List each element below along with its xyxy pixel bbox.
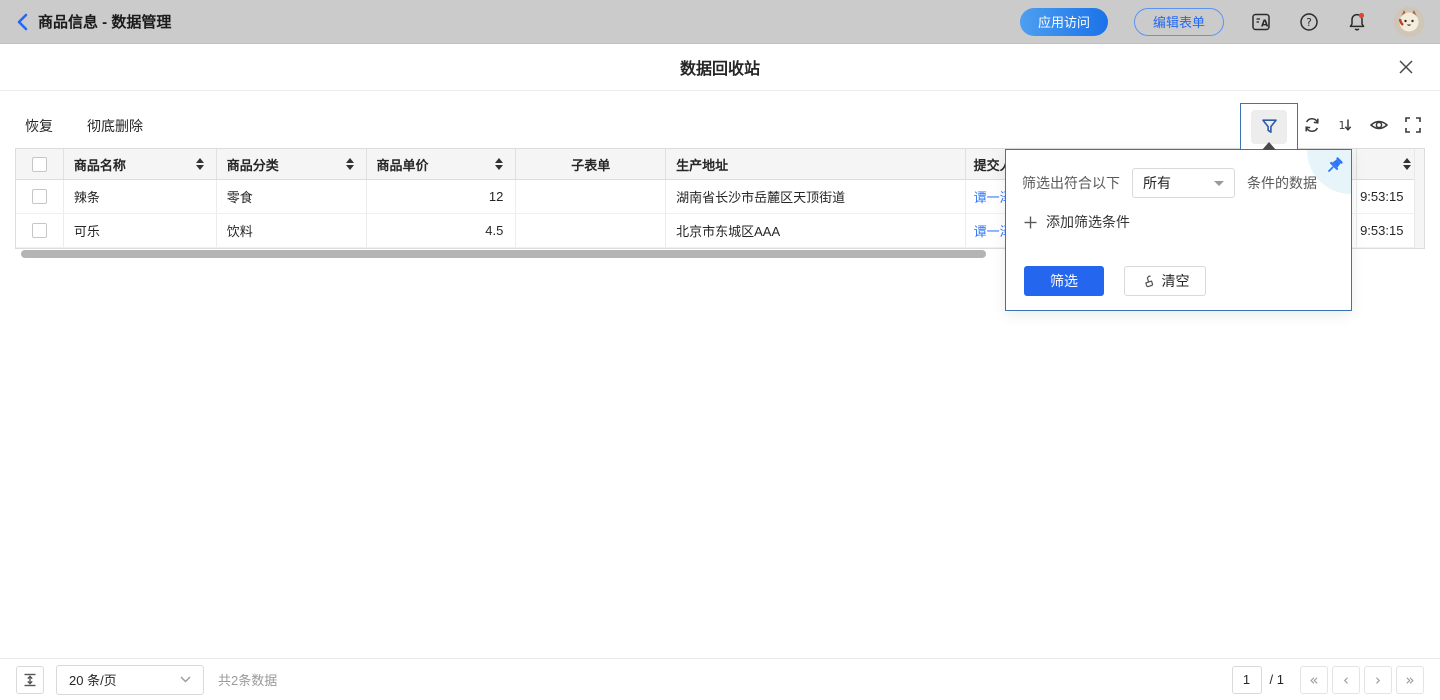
col-header-price[interactable]: 商品单价	[367, 149, 517, 179]
cell-price: 12	[367, 180, 517, 213]
cell-subform	[516, 180, 666, 213]
select-all-checkbox[interactable]	[32, 157, 47, 172]
modal-title: 数据回收站	[680, 55, 760, 79]
filter-match-row: 筛选出符合以下 所有 条件的数据	[1022, 168, 1317, 198]
filter-icon[interactable]	[1251, 110, 1287, 144]
pagination-bar: 20 条/页 共2条数据 / 1 « ‹ › »	[0, 658, 1440, 700]
svg-text:A: A	[1261, 18, 1269, 29]
first-page-icon[interactable]: «	[1300, 666, 1328, 694]
cell-category: 零食	[217, 180, 367, 213]
apply-filter-button[interactable]: 筛选	[1024, 266, 1104, 296]
sort-icon[interactable]	[346, 158, 354, 170]
next-page-icon[interactable]: ›	[1364, 666, 1392, 694]
cell-category: 饮料	[217, 214, 367, 247]
help-icon[interactable]: ?	[1298, 11, 1320, 33]
select-all-cell	[16, 149, 64, 179]
bell-icon[interactable]	[1346, 11, 1368, 33]
cell-price: 4.5	[367, 214, 517, 247]
back-icon	[16, 13, 28, 31]
refresh-icon[interactable]	[1298, 111, 1326, 139]
horizontal-scrollbar[interactable]	[21, 250, 986, 258]
close-icon[interactable]	[1396, 57, 1416, 77]
eye-icon[interactable]	[1365, 111, 1393, 139]
clear-button-label: 清空	[1162, 271, 1190, 291]
pin-icon[interactable]	[1324, 156, 1344, 176]
cell-subform	[516, 214, 666, 247]
avatar[interactable]	[1394, 7, 1424, 37]
cell-name: 辣条	[64, 180, 217, 213]
cell-address: 湖南省长沙市岳麓区天顶街道	[666, 180, 966, 213]
page-number-input[interactable]	[1232, 666, 1262, 694]
purge-button[interactable]: 彻底删除	[87, 116, 143, 136]
modal-header: 数据回收站	[0, 44, 1440, 91]
match-mode-value: 所有	[1143, 173, 1171, 193]
popup-footer: 筛选 清空	[1024, 266, 1206, 296]
app-access-button[interactable]: 应用访问	[1020, 8, 1108, 36]
add-condition-button[interactable]: 添加筛选条件	[1024, 212, 1130, 232]
sort-order-icon[interactable]: 1	[1331, 111, 1359, 139]
translate-icon[interactable]: A	[1250, 11, 1272, 33]
filter-popup: 筛选出符合以下 所有 条件的数据 添加筛选条件 筛选	[1005, 149, 1352, 311]
edit-form-button[interactable]: 编辑表单	[1134, 8, 1224, 36]
svg-text:?: ?	[1306, 16, 1312, 28]
sort-icon[interactable]	[196, 158, 204, 170]
prev-page-icon[interactable]: ‹	[1332, 666, 1360, 694]
vertical-scrollbar-track	[1414, 149, 1424, 248]
cell-name: 可乐	[64, 214, 217, 247]
clear-filter-button[interactable]: 清空	[1124, 266, 1206, 296]
last-page-icon[interactable]: »	[1396, 666, 1424, 694]
restore-button[interactable]: 恢复	[25, 116, 53, 136]
col-header-subform[interactable]: 子表单	[516, 149, 666, 179]
match-mode-select[interactable]: 所有	[1132, 168, 1235, 198]
row-height-icon[interactable]	[16, 666, 44, 694]
col-header-name[interactable]: 商品名称	[64, 149, 217, 179]
row-checkbox[interactable]	[32, 189, 47, 204]
page-size-value: 20 条/页	[69, 670, 117, 689]
table-actions: 恢复 彻底删除	[25, 116, 143, 136]
screen: 商品信息 - 数据管理 应用访问 编辑表单 A ?	[0, 0, 1440, 700]
row-checkbox[interactable]	[32, 223, 47, 238]
col-header-address[interactable]: 生产地址	[666, 149, 966, 179]
plus-icon	[1024, 216, 1037, 229]
page-size-select[interactable]: 20 条/页	[56, 665, 204, 695]
add-condition-label: 添加筛选条件	[1046, 212, 1130, 232]
sort-icon[interactable]	[495, 158, 503, 170]
cell-address: 北京市东城区AAA	[666, 214, 966, 247]
topbar: 商品信息 - 数据管理 应用访问 编辑表单 A ?	[0, 0, 1440, 44]
svg-text:1: 1	[1339, 119, 1346, 132]
back-button[interactable]: 商品信息 - 数据管理	[16, 11, 171, 32]
page-title: 商品信息 - 数据管理	[38, 11, 171, 32]
total-count-label: 共2条数据	[218, 670, 277, 689]
sort-icon[interactable]	[1403, 158, 1411, 170]
col-header-category[interactable]: 商品分类	[217, 149, 367, 179]
popup-caret-icon	[1262, 142, 1276, 150]
filter-suffix-label: 条件的数据	[1247, 173, 1317, 193]
page-total-label: / 1	[1270, 672, 1284, 687]
clear-brush-icon	[1141, 274, 1156, 289]
filter-prefix-label: 筛选出符合以下	[1022, 173, 1120, 193]
fullscreen-icon[interactable]	[1399, 111, 1427, 139]
